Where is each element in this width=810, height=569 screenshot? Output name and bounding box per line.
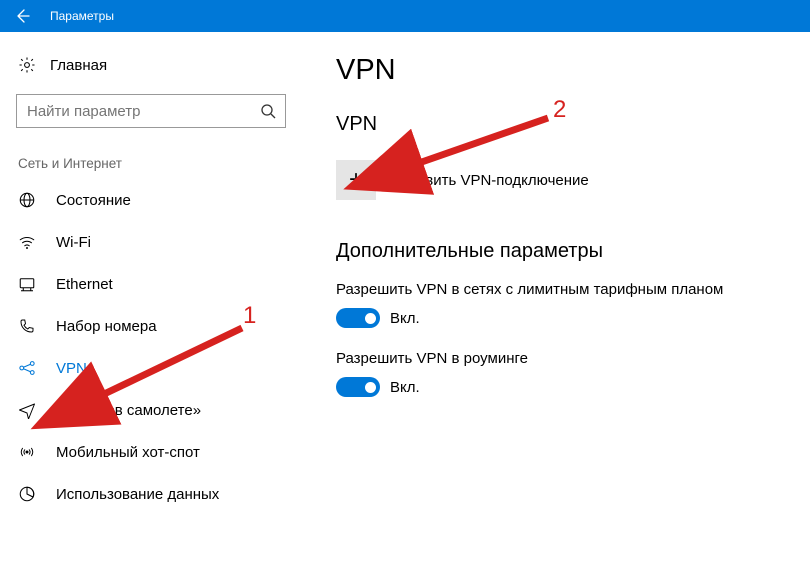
nav-label: Мобильный хот-спот xyxy=(56,444,200,461)
nav-label: Состояние xyxy=(56,192,131,209)
nav-label: Wi-Fi xyxy=(56,234,91,251)
sidebar-item-wifi[interactable]: Wi-Fi xyxy=(0,221,302,263)
annotation-label-2: 2 xyxy=(553,96,566,124)
sidebar-item-status[interactable]: Состояние xyxy=(0,179,302,221)
setting-label: Разрешить VPN в сетях с лимитным тарифны… xyxy=(336,281,780,298)
setting-metered: Разрешить VPN в сетях с лимитным тарифны… xyxy=(336,281,780,328)
vpn-icon xyxy=(18,359,36,377)
home-link[interactable]: Главная xyxy=(0,50,302,80)
airplane-icon xyxy=(18,401,36,419)
gear-icon xyxy=(18,56,36,74)
add-vpn-label: Добавить VPN-подключение xyxy=(390,172,589,189)
toggle-state-text: Вкл. xyxy=(390,379,420,396)
setting-label: Разрешить VPN в роуминге xyxy=(336,350,780,367)
sidebar-item-airplane[interactable]: Режим «в самолете» xyxy=(0,389,302,431)
home-label: Главная xyxy=(50,57,107,74)
globe-icon xyxy=(18,191,36,209)
back-button[interactable] xyxy=(0,0,44,32)
sidebar-item-hotspot[interactable]: Мобильный хот-спот xyxy=(0,431,302,473)
nav-section-label: Сеть и Интернет xyxy=(18,156,302,171)
search-box[interactable] xyxy=(16,94,286,128)
toggle-state-text: Вкл. xyxy=(390,310,420,327)
nav-label: Использование данных xyxy=(56,486,219,503)
add-vpn-button[interactable]: + Добавить VPN-подключение xyxy=(336,160,780,200)
annotation-label-1: 1 xyxy=(243,302,256,330)
nav-label: Ethernet xyxy=(56,276,113,293)
toggle-metered[interactable] xyxy=(336,308,380,328)
dialup-icon xyxy=(18,317,36,335)
search-icon[interactable] xyxy=(251,103,285,119)
nav-label: Режим «в самолете» xyxy=(56,402,201,419)
advanced-params-title: Дополнительные параметры xyxy=(336,240,780,263)
sidebar-item-dialup[interactable]: Набор номера xyxy=(0,305,302,347)
sidebar: Главная Сеть и Интернет Состояние Wi-Fi xyxy=(0,32,302,569)
sidebar-item-datausage[interactable]: Использование данных xyxy=(0,473,302,515)
setting-roaming: Разрешить VPN в роуминге Вкл. xyxy=(336,350,780,397)
arrow-left-icon xyxy=(14,8,30,24)
titlebar: Параметры xyxy=(0,0,810,32)
data-usage-icon xyxy=(18,485,36,503)
wifi-icon xyxy=(18,233,36,251)
ethernet-icon xyxy=(18,275,36,293)
plus-icon: + xyxy=(336,160,376,200)
hotspot-icon xyxy=(18,443,36,461)
nav-label: VPN xyxy=(56,360,87,377)
sidebar-item-ethernet[interactable]: Ethernet xyxy=(0,263,302,305)
page-title: VPN xyxy=(336,54,780,87)
search-input[interactable] xyxy=(17,103,251,120)
toggle-knob xyxy=(365,313,376,324)
nav-label: Набор номера xyxy=(56,318,157,335)
toggle-knob xyxy=(365,382,376,393)
toggle-roaming[interactable] xyxy=(336,377,380,397)
sidebar-item-vpn[interactable]: VPN xyxy=(0,347,302,389)
window-title: Параметры xyxy=(50,9,114,23)
